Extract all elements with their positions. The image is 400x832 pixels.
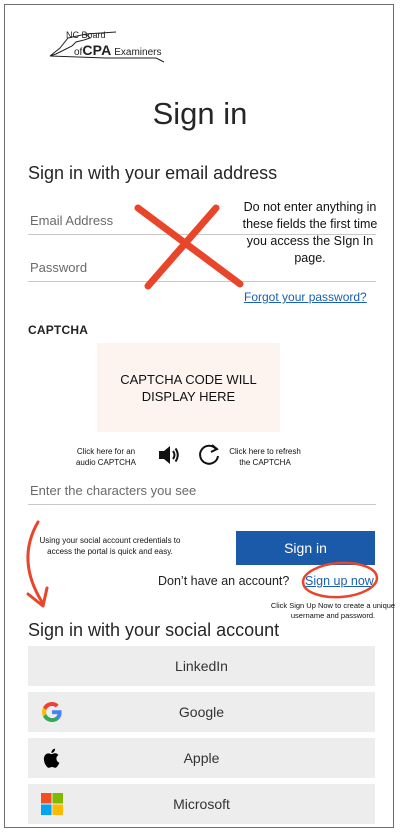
apple-label: Apple <box>183 750 220 766</box>
sign-up-link[interactable]: Sign up now <box>305 574 374 588</box>
do-not-enter-annotation: Do not enter anything in these fields th… <box>242 200 378 265</box>
audio-captcha-annotation: Click here for an audio CAPTCHA <box>75 447 137 467</box>
email-signin-heading: Sign in with your email address <box>28 163 278 183</box>
social-account-annotation: Using your social account credentials to… <box>39 536 181 556</box>
refresh-captcha-annotation: Click here to refresh the CAPTCHA <box>229 447 301 467</box>
page-title: Sign in <box>152 96 248 131</box>
linkedin-label: LinkedIn <box>175 658 228 674</box>
sign-in-button[interactable]: Sign in <box>236 531 375 565</box>
microsoft-label: Microsoft <box>173 796 230 812</box>
nc-board-logo: NC Board ofCPA Examiners <box>46 28 176 68</box>
google-button[interactable]: Google <box>28 692 375 732</box>
microsoft-button[interactable]: Microsoft <box>28 784 375 824</box>
speaker-icon[interactable] <box>156 442 182 468</box>
refresh-icon[interactable] <box>196 442 222 468</box>
microsoft-icon <box>40 792 64 816</box>
social-signin-heading: Sign in with your social account <box>28 620 280 640</box>
google-icon <box>40 700 64 724</box>
apple-button[interactable]: Apple <box>28 738 375 778</box>
captcha-placeholder-text: CAPTCHA CODE WILL DISPLAY HERE <box>120 371 257 404</box>
captcha-label: CAPTCHA <box>28 323 89 337</box>
logo-line-2: ofCPA Examiners <box>74 42 162 58</box>
google-label: Google <box>178 704 225 720</box>
captcha-image-placeholder: CAPTCHA CODE WILL DISPLAY HERE <box>97 343 280 432</box>
linkedin-button[interactable]: LinkedIn <box>28 646 375 686</box>
apple-icon <box>40 746 64 770</box>
forgot-password-link[interactable]: Forgot your password? <box>244 290 367 304</box>
no-account-text: Don’t have an account? <box>158 574 290 588</box>
logo-line-1: NC Board <box>66 30 106 40</box>
captcha-input[interactable] <box>28 477 376 505</box>
sign-up-annotation: Click Sign Up Now to create a unique use… <box>270 601 396 620</box>
